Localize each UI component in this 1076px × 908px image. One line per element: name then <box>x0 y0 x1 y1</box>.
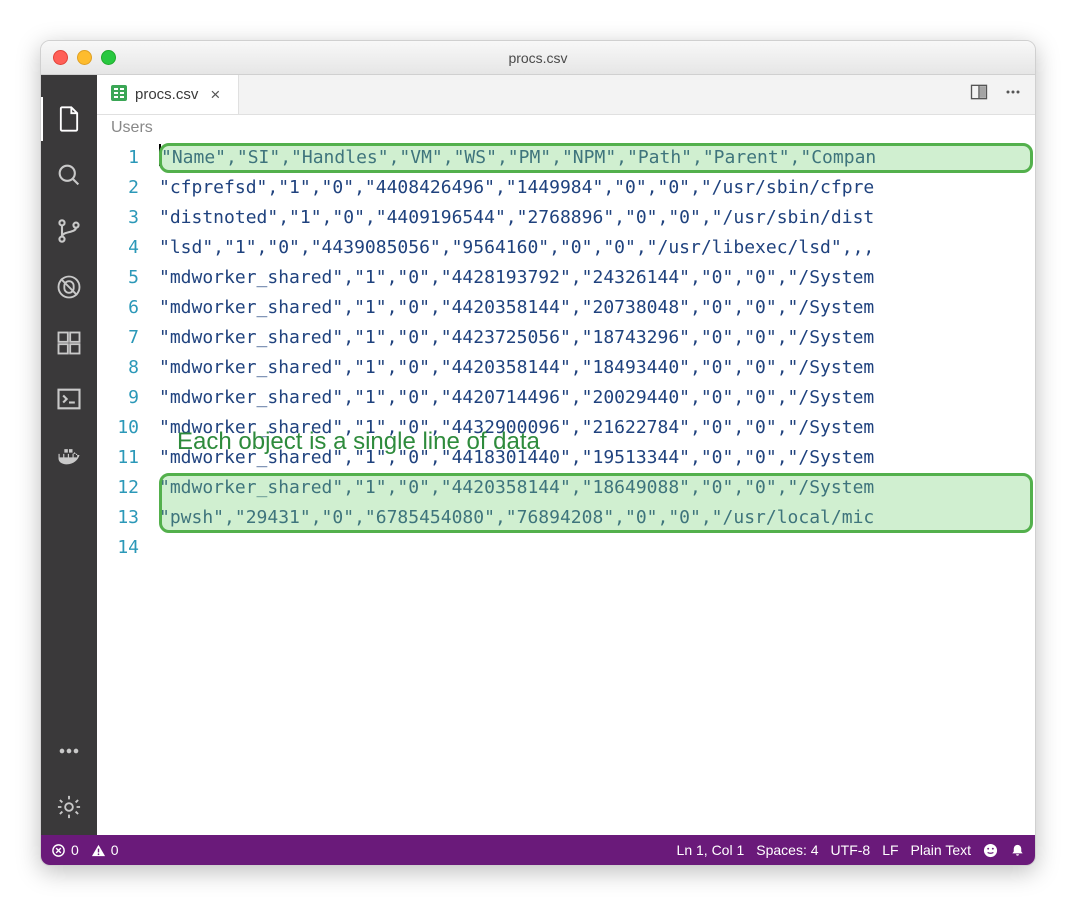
line-number: 10 <box>97 413 159 443</box>
warning-triangle-icon <box>91 843 106 858</box>
line-content: "cfprefsd","1","0","4408426496","1449984… <box>159 173 1035 203</box>
ellipsis-icon <box>1003 82 1023 102</box>
line-content: "mdworker_shared","1","0","4420358144","… <box>159 353 1035 383</box>
breadcrumb-segment: Users <box>111 119 153 136</box>
status-errors[interactable]: 0 <box>51 842 79 858</box>
line-content: "pwsh","29431","0","6785454080","7689420… <box>159 503 1035 533</box>
extensions-icon <box>55 329 83 357</box>
editor-line: 10"mdworker_shared","1","0","4432900096"… <box>97 413 1035 443</box>
line-content: "mdworker_shared","1","0","4420714496","… <box>159 383 1035 413</box>
split-icon <box>969 82 989 102</box>
terminal-activity[interactable] <box>41 371 97 427</box>
debug-activity[interactable] <box>41 259 97 315</box>
branch-icon <box>55 217 83 245</box>
status-eol[interactable]: LF <box>882 842 898 858</box>
line-content: "mdworker_shared","1","0","4428193792","… <box>159 263 1035 293</box>
text-cursor <box>159 144 161 166</box>
ellipsis-icon <box>55 737 83 765</box>
editor-line: 14 <box>97 533 1035 563</box>
tab-procs-csv[interactable]: procs.csv × <box>97 75 239 114</box>
editor-line: 13"pwsh","29431","0","6785454080","76894… <box>97 503 1035 533</box>
editor-line: 9"mdworker_shared","1","0","4420714496",… <box>97 383 1035 413</box>
warnings-count: 0 <box>111 842 119 858</box>
breadcrumb[interactable]: Users <box>97 115 1035 143</box>
status-indentation[interactable]: Spaces: 4 <box>756 842 818 858</box>
line-content: "mdworker_shared","1","0","4432900096","… <box>159 413 1035 443</box>
line-content: "mdworker_shared","1","0","4423725056","… <box>159 323 1035 353</box>
line-number: 8 <box>97 353 159 383</box>
line-number: 3 <box>97 203 159 233</box>
editor-line: 8"mdworker_shared","1","0","4420358144",… <box>97 353 1035 383</box>
errors-count: 0 <box>71 842 79 858</box>
line-content <box>159 533 1035 563</box>
line-content: "distnoted","1","0","4409196544","276889… <box>159 203 1035 233</box>
docker-icon <box>55 441 83 469</box>
docker-activity[interactable] <box>41 427 97 483</box>
status-bar: 0 0 Ln 1, Col 1 Spaces: 4 UTF-8 LF Plain… <box>41 835 1035 865</box>
line-number: 12 <box>97 473 159 503</box>
settings-activity[interactable] <box>41 779 97 835</box>
more-actions-button[interactable] <box>1003 82 1023 107</box>
editor-line: 11"mdworker_shared","1","0","4418301440"… <box>97 443 1035 473</box>
line-number: 9 <box>97 383 159 413</box>
error-circle-icon <box>51 843 66 858</box>
line-number: 14 <box>97 533 159 563</box>
bell-icon <box>1010 843 1025 858</box>
tab-label: procs.csv <box>135 86 198 103</box>
editor-line: 1"Name","SI","Handles","VM","WS","PM","N… <box>97 143 1035 173</box>
status-notifications[interactable] <box>1010 843 1025 858</box>
csv-file-icon <box>111 85 127 105</box>
gear-icon <box>55 793 83 821</box>
text-editor[interactable]: 1"Name","SI","Handles","VM","WS","PM","N… <box>97 143 1035 835</box>
status-warnings[interactable]: 0 <box>91 842 119 858</box>
search-activity[interactable] <box>41 147 97 203</box>
status-cursor-position[interactable]: Ln 1, Col 1 <box>677 842 745 858</box>
line-content: "lsd","1","0","4439085056","9564160","0"… <box>159 233 1035 263</box>
status-encoding[interactable]: UTF-8 <box>831 842 871 858</box>
line-number: 13 <box>97 503 159 533</box>
line-content: "Name","SI","Handles","VM","WS","PM","NP… <box>159 143 1035 173</box>
split-editor-button[interactable] <box>969 82 989 107</box>
explorer-activity[interactable] <box>41 91 97 147</box>
more-activity[interactable] <box>41 723 97 779</box>
editor-line: 7"mdworker_shared","1","0","4423725056",… <box>97 323 1035 353</box>
extensions-activity[interactable] <box>41 315 97 371</box>
editor-line: 12"mdworker_shared","1","0","4420358144"… <box>97 473 1035 503</box>
editor-line: 5"mdworker_shared","1","0","4428193792",… <box>97 263 1035 293</box>
line-number: 5 <box>97 263 159 293</box>
search-icon <box>55 161 83 189</box>
tab-close-button[interactable]: × <box>206 86 224 104</box>
editor-line: 3"distnoted","1","0","4409196544","27688… <box>97 203 1035 233</box>
files-icon <box>55 105 83 133</box>
line-content: "mdworker_shared","1","0","4420358144","… <box>159 473 1035 503</box>
tab-bar: procs.csv × <box>97 75 1035 115</box>
terminal-icon <box>55 385 83 413</box>
editor-line: 4"lsd","1","0","4439085056","9564160","0… <box>97 233 1035 263</box>
line-number: 2 <box>97 173 159 203</box>
activity-bar <box>41 75 97 835</box>
line-content: "mdworker_shared","1","0","4420358144","… <box>159 293 1035 323</box>
status-feedback[interactable] <box>983 843 998 858</box>
line-content: "mdworker_shared","1","0","4418301440","… <box>159 443 1035 473</box>
line-number: 6 <box>97 293 159 323</box>
line-number: 7 <box>97 323 159 353</box>
no-bug-icon <box>55 273 83 301</box>
editor-area: procs.csv × Users 1"Name","SI","Handles"… <box>97 75 1035 835</box>
editor-line: 2"cfprefsd","1","0","4408426496","144998… <box>97 173 1035 203</box>
editor-line: 6"mdworker_shared","1","0","4420358144",… <box>97 293 1035 323</box>
line-number: 11 <box>97 443 159 473</box>
line-number: 4 <box>97 233 159 263</box>
window-title: procs.csv <box>41 50 1035 66</box>
app-window: procs.csv <box>40 40 1036 866</box>
status-language-mode[interactable]: Plain Text <box>911 842 971 858</box>
smiley-icon <box>983 843 998 858</box>
source-control-activity[interactable] <box>41 203 97 259</box>
titlebar: procs.csv <box>41 41 1035 75</box>
line-number: 1 <box>97 143 159 173</box>
